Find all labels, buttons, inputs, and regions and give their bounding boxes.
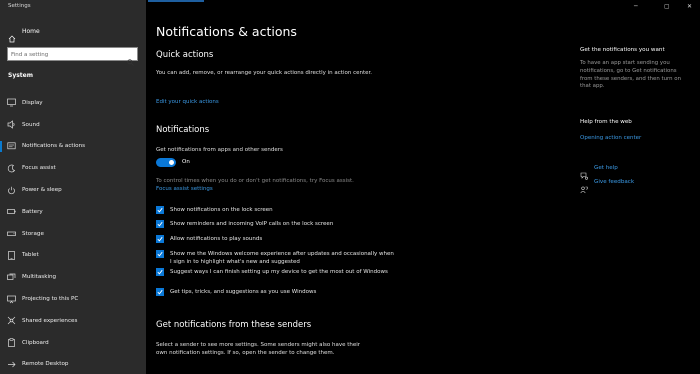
- sidebar-item-label: Sound: [22, 121, 40, 128]
- search-icon[interactable]: [127, 51, 134, 66]
- sidebar-item-label: Focus assist: [22, 165, 56, 172]
- titlebar-accent: [148, 0, 204, 2]
- main-panel: Notifications & actions Quick actions Yo…: [146, 0, 700, 374]
- sidebar-item-multitasking[interactable]: Multitasking: [0, 266, 146, 288]
- sidebar-item-label: Battery: [22, 208, 43, 215]
- maximize-button[interactable]: ▢: [664, 3, 670, 10]
- checkbox-label: Show me the Windows welcome experience a…: [170, 251, 394, 265]
- checkbox-label: Show notifications on the lock screen: [170, 207, 273, 213]
- checkbox[interactable]: [156, 288, 164, 296]
- checkbox[interactable]: [156, 250, 164, 258]
- sidebar-item-battery[interactable]: Battery: [0, 201, 146, 223]
- sidebar-item-label: Notifications & actions: [22, 143, 86, 150]
- notifications-toggle[interactable]: [156, 158, 176, 167]
- sidebar-item-label: Shared experiences: [22, 317, 78, 324]
- checkbox[interactable]: [156, 268, 164, 276]
- give-feedback-link[interactable]: Give feedback: [594, 179, 634, 185]
- clipboard-icon: [7, 338, 16, 348]
- sidebar-item-notifications[interactable]: Notifications & actions: [0, 136, 146, 158]
- sidebar-item-label: Power & sleep: [22, 187, 62, 194]
- minimize-button[interactable]: ─: [634, 3, 638, 10]
- get-help-icon: [580, 165, 588, 180]
- window-title: Settings: [8, 3, 31, 9]
- senders-description: Select a sender to see more settings. So…: [156, 342, 361, 356]
- focus-assist-settings-link[interactable]: Focus assist settings: [156, 185, 213, 193]
- notifications-toggle-state: On: [182, 159, 190, 165]
- power-icon: [7, 186, 16, 195]
- sidebar-section-header: System: [8, 72, 33, 79]
- sidebar-item-sound[interactable]: Sound: [0, 114, 146, 136]
- senders-heading: Get notifications from these senders: [156, 320, 312, 330]
- tip-heading: Get the notifications you want: [580, 47, 665, 53]
- sidebar-item-label: Remote Desktop: [22, 361, 69, 368]
- home-icon: [8, 28, 16, 43]
- tip-text: To have an app start sending you notific…: [580, 60, 682, 90]
- checkbox-label: Allow notifications to play sounds: [170, 236, 263, 242]
- multitasking-icon: [7, 273, 16, 282]
- sidebar-item-projecting[interactable]: Projecting to this PC: [0, 288, 146, 310]
- sidebar-item-label: Tablet: [22, 252, 39, 259]
- remote-desktop-icon: [7, 360, 16, 369]
- checkbox[interactable]: [156, 235, 164, 243]
- checkbox[interactable]: [156, 206, 164, 214]
- battery-icon: [7, 207, 16, 216]
- sidebar-item-shared-experiences[interactable]: Shared experiences: [0, 310, 146, 332]
- sidebar-item-label: Storage: [22, 230, 44, 237]
- quick-actions-heading: Quick actions: [156, 50, 214, 60]
- sidebar-item-remote-desktop[interactable]: Remote Desktop: [0, 354, 146, 374]
- sidebar-item-label: Display: [22, 99, 43, 106]
- page-title: Notifications & actions: [156, 24, 297, 39]
- checkbox-label: Get tips, tricks, and suggestions as you…: [170, 289, 317, 295]
- opening-action-center-link[interactable]: Opening action center: [580, 134, 641, 142]
- quick-actions-description: You can add, remove, or rearrange your q…: [156, 70, 373, 76]
- sidebar-item-display[interactable]: Display: [0, 92, 146, 114]
- search-box[interactable]: [7, 47, 138, 66]
- projecting-icon: [7, 295, 16, 304]
- sidebar-item-clipboard[interactable]: Clipboard: [0, 332, 146, 354]
- notifications-heading: Notifications: [156, 125, 210, 135]
- close-button[interactable]: ✕: [687, 3, 692, 10]
- sidebar-item-label: Multitasking: [22, 274, 57, 281]
- sidebar-item-focus-assist[interactable]: Focus assist: [0, 157, 146, 179]
- notifications-icon: [7, 142, 16, 151]
- web-help-heading: Help from the web: [580, 119, 632, 125]
- shared-experiences-icon: [7, 316, 16, 325]
- sidebar-item-tablet[interactable]: Tablet: [0, 245, 146, 267]
- notifications-toggle-caption: Get notifications from apps and other se…: [156, 147, 283, 153]
- checkbox[interactable]: [156, 220, 164, 228]
- sidebar-item-power-sleep[interactable]: Power & sleep: [0, 179, 146, 201]
- sidebar-nav: Display Sound Notifications & actions Fo…: [0, 92, 146, 374]
- edit-quick-actions-link[interactable]: Edit your quick actions: [156, 98, 219, 106]
- focus-assist-text: To control times when you do or don't ge…: [156, 178, 354, 184]
- toggle-knob: [169, 160, 174, 165]
- sidebar-item-label: Clipboard: [22, 339, 49, 346]
- sidebar-item-label: Projecting to this PC: [22, 296, 79, 303]
- sound-icon: [7, 120, 16, 129]
- checkbox-label: Suggest ways I can finish setting up my …: [170, 269, 388, 275]
- get-help-link[interactable]: Get help: [594, 165, 618, 171]
- sidebar: Settings Home System Display Sound: [0, 0, 146, 374]
- sidebar-home[interactable]: Home: [0, 24, 146, 43]
- give-feedback-icon: [580, 179, 588, 194]
- display-icon: [7, 98, 16, 107]
- sidebar-home-label: Home: [22, 28, 40, 35]
- focus-assist-icon: [7, 164, 16, 173]
- checkbox-label: Show reminders and incoming VoIP calls o…: [170, 221, 334, 227]
- sidebar-item-storage[interactable]: Storage: [0, 223, 146, 245]
- tablet-icon: [7, 251, 16, 260]
- storage-icon: [7, 229, 16, 238]
- search-input[interactable]: [11, 49, 121, 60]
